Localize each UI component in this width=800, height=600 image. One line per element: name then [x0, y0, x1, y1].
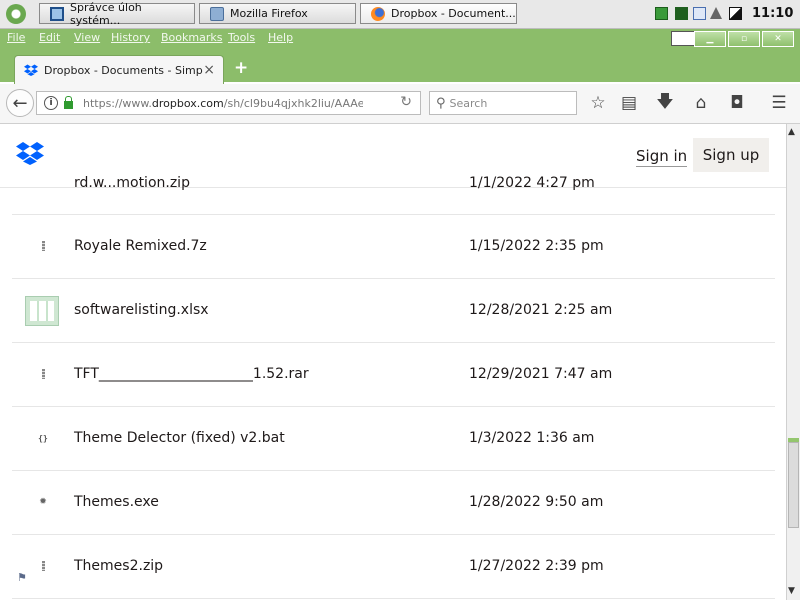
back-button[interactable]: ← [6, 89, 34, 117]
clock[interactable]: 11:10 [752, 6, 793, 21]
window-controls: ▁ ▫ ✕ [694, 31, 794, 47]
taskbar-item-label: Dropbox - Document... [391, 7, 516, 20]
url-bar[interactable]: i https://www.dropbox.com/sh/cl9bu4qjxhk… [36, 91, 421, 115]
reload-icon[interactable]: ↻ [400, 94, 412, 110]
taskbar-item-label: Mozilla Firefox [230, 7, 308, 20]
file-name[interactable]: Theme Delector (fixed) v2.bat [74, 430, 285, 446]
accessibility-icon[interactable] [693, 7, 706, 20]
url-path: /sh/cl9bu4qjxhk2liu/AAAem5vM [223, 96, 363, 110]
maximize-button[interactable]: ▫ [728, 31, 760, 47]
scrollbar-thumb[interactable] [788, 442, 799, 528]
menu-bookmarks[interactable]: Bookmarks [161, 31, 222, 44]
reading-list-icon[interactable]: ▤ [618, 93, 640, 113]
menu-view[interactable]: View [74, 31, 100, 44]
file-row[interactable]: softwarelisting.xlsx 12/28/2021 2:25 am [12, 279, 775, 343]
spreadsheet-thumbnail-icon [24, 295, 60, 327]
taskbar-item-firefox[interactable]: Dropbox - Document... [360, 3, 517, 24]
url-text[interactable]: https://www.dropbox.com/sh/cl9bu4qjxhk2l… [83, 97, 363, 110]
file-name[interactable]: Themes2.zip [74, 558, 163, 574]
file-modified-date: 1/3/2022 1:36 am [469, 430, 595, 446]
code-icon: {} [38, 433, 48, 443]
scroll-down-arrow-icon[interactable]: ▼ [788, 586, 795, 596]
minimize-button[interactable]: ▁ [694, 31, 726, 47]
folder-icon [210, 6, 224, 21]
file-row[interactable]: Themes2.zip 1/27/2022 2:39 pm [12, 535, 775, 599]
file-modified-date: 1/28/2022 9:50 am [469, 494, 604, 510]
taskbar-item-task-manager[interactable]: Správce úloh systém... [39, 0, 195, 27]
taskbar-item-file-manager[interactable]: Mozilla Firefox [199, 3, 356, 24]
dropbox-favicon-icon [24, 64, 38, 76]
flag-icon[interactable]: ⚑ [17, 571, 27, 584]
system-monitor-icon[interactable] [675, 7, 688, 20]
tab-title: Dropbox - Documents - Simpli [44, 63, 204, 77]
file-modified-date: 12/29/2021 7:47 am [469, 366, 613, 382]
bookmark-star-icon[interactable]: ☆ [587, 93, 609, 113]
menu-edit[interactable]: Edit [39, 31, 60, 44]
gear-icon: ✹ [39, 497, 47, 507]
download-icon[interactable]: 🡇 [654, 92, 676, 113]
file-name[interactable]: rd.w...motion.zip [74, 175, 190, 191]
search-placeholder: Search [449, 96, 488, 110]
search-icon: ⚲ [436, 95, 446, 111]
file-name[interactable]: Themes.exe [74, 494, 159, 510]
url-prefix: https://www. [83, 96, 152, 110]
hamburger-menu-icon[interactable]: ☰ [768, 93, 790, 113]
file-name[interactable]: TFT______________________1.52.rar [74, 366, 309, 382]
eject-icon[interactable] [710, 7, 722, 19]
file-row[interactable]: ✹ Themes.exe 1/28/2022 9:50 am [12, 471, 775, 535]
file-modified-date: 1/27/2022 2:39 pm [469, 558, 604, 574]
pocket-icon[interactable]: ◘ [726, 93, 748, 113]
tab-dropbox[interactable]: Dropbox - Documents - Simpli × [14, 55, 224, 84]
monitor-icon [50, 6, 64, 21]
close-tab-icon[interactable]: × [203, 62, 215, 78]
file-name[interactable]: softwarelisting.xlsx [74, 302, 209, 318]
file-row[interactable]: rd.w...motion.zip 1/1/2022 4:27 pm [12, 160, 775, 215]
home-icon[interactable]: ⌂ [690, 93, 712, 113]
zip-icon [30, 361, 56, 387]
zip-icon [30, 233, 56, 259]
file-modified-date: 12/28/2021 2:25 am [469, 302, 613, 318]
keyboard-layout-icon[interactable] [655, 7, 668, 20]
scroll-up-arrow-icon[interactable]: ▲ [788, 127, 795, 137]
close-window-button[interactable]: ✕ [762, 31, 794, 47]
menu-history[interactable]: History [111, 31, 150, 44]
menu-help[interactable]: Help [268, 31, 293, 44]
file-modified-date: 1/1/2022 4:27 pm [469, 175, 595, 191]
search-bar[interactable]: ⚲ Search [429, 91, 577, 115]
file-row[interactable]: TFT______________________1.52.rar 12/29/… [12, 343, 775, 407]
menu-tools[interactable]: Tools [228, 31, 255, 44]
zip-icon [30, 553, 56, 579]
ubuntu-menu-icon[interactable] [6, 4, 26, 24]
battery-icon[interactable] [729, 7, 742, 20]
file-name[interactable]: Royale Remixed.7z [74, 238, 207, 254]
url-host: dropbox.com [151, 96, 224, 110]
firefox-icon [371, 6, 385, 21]
file-modified-date: 1/15/2022 2:35 pm [469, 238, 604, 254]
menu-file[interactable]: File [7, 31, 25, 44]
file-row[interactable]: Royale Remixed.7z 1/15/2022 2:35 pm [12, 215, 775, 279]
new-tab-button[interactable]: + [234, 58, 248, 78]
file-row[interactable]: {} Theme Delector (fixed) v2.bat 1/3/202… [12, 407, 775, 471]
lock-icon [64, 95, 73, 109]
vertical-scrollbar[interactable] [786, 124, 800, 600]
taskbar-item-label: Správce úloh systém... [70, 0, 142, 27]
info-icon[interactable]: i [44, 96, 58, 110]
